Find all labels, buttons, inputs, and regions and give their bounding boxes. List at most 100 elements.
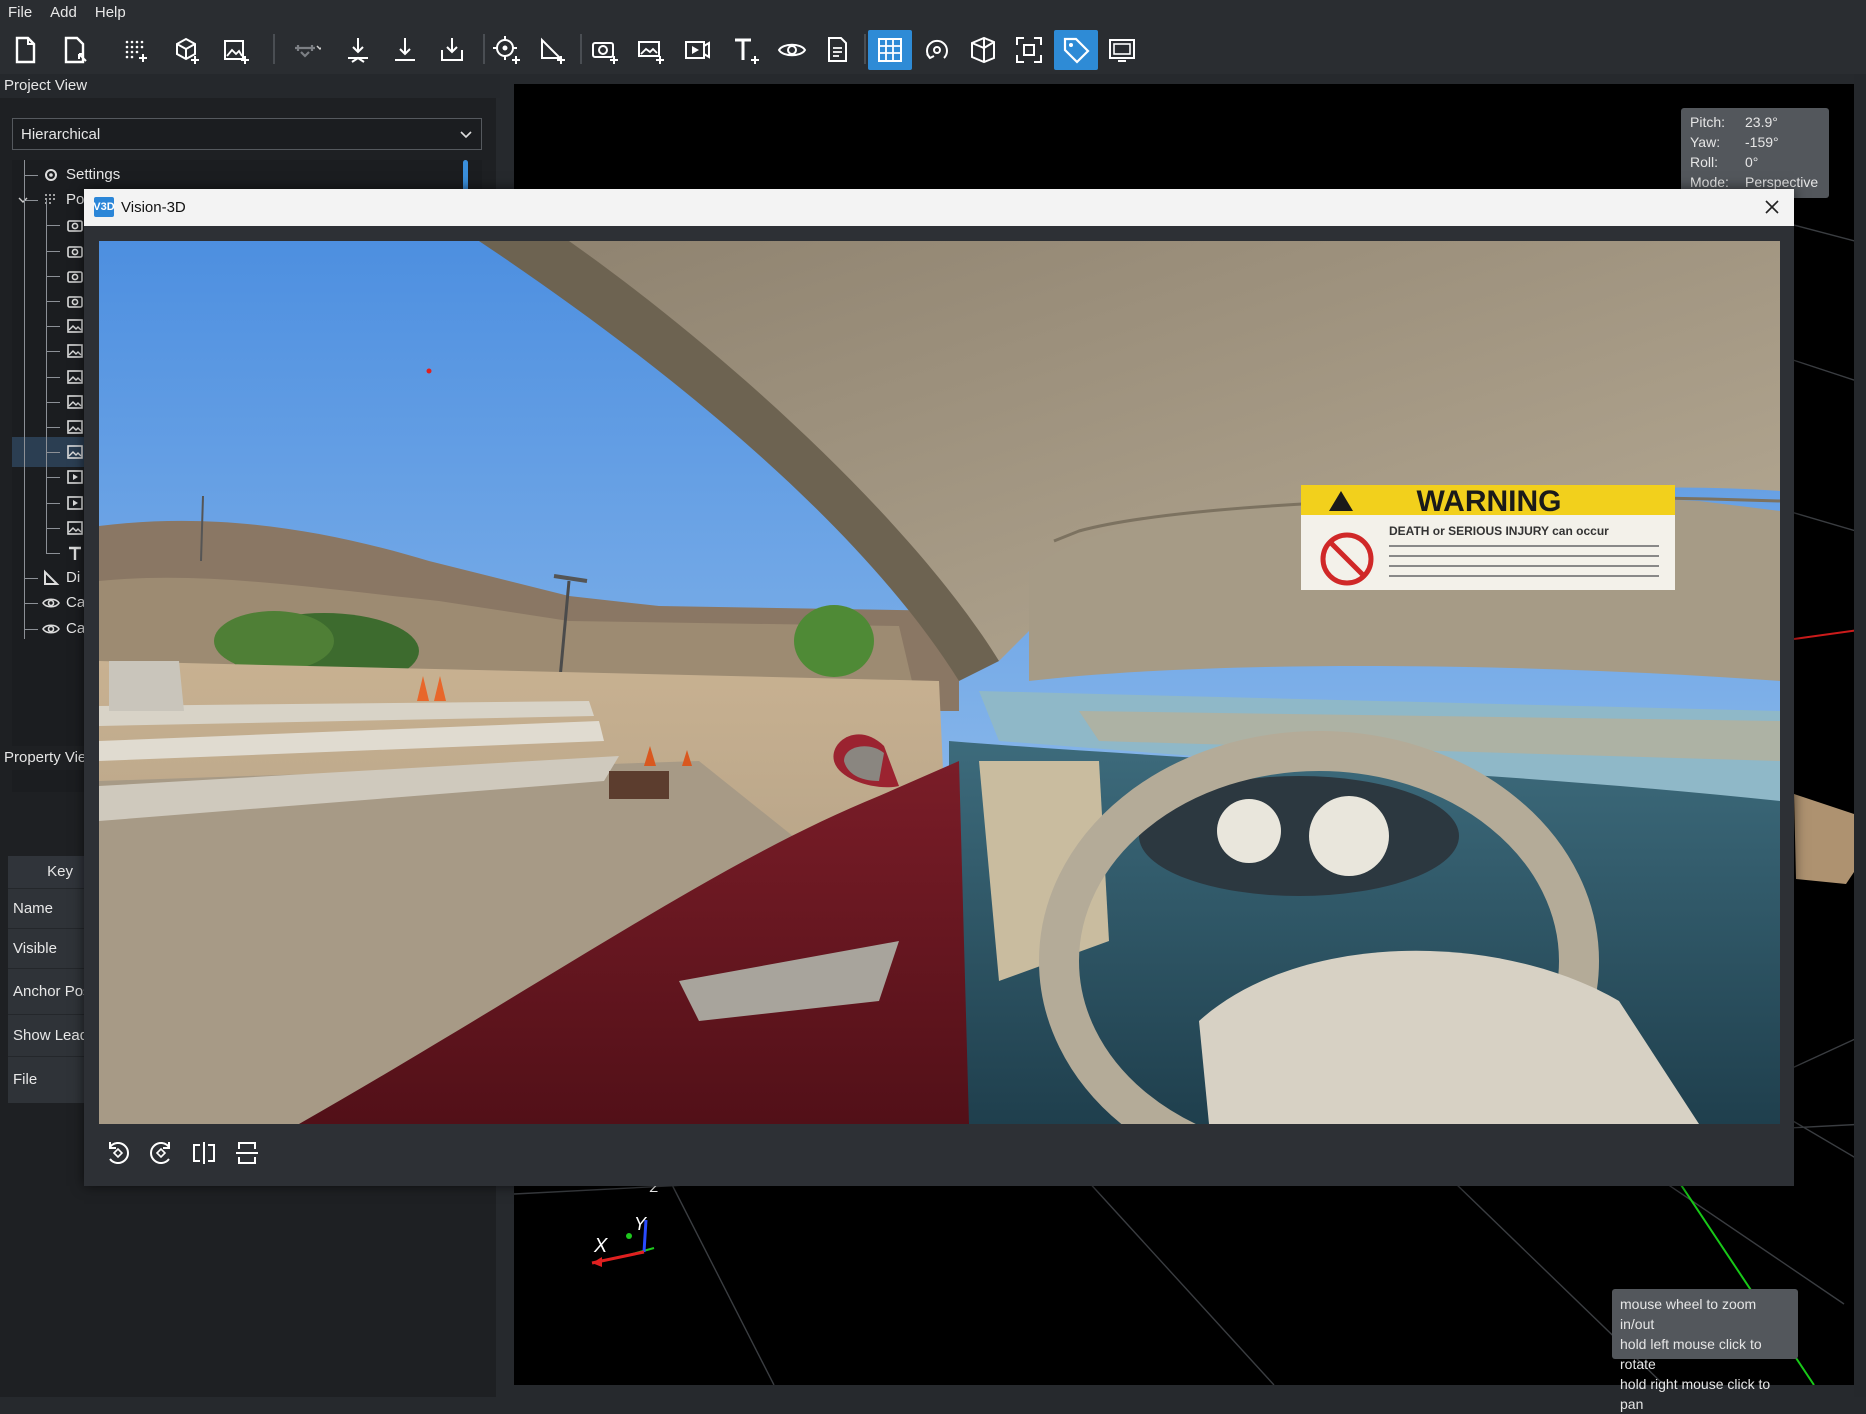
add-measure-icon [541, 37, 565, 64]
rotate-right-button[interactable] [145, 1137, 177, 1169]
orbit-button[interactable] [915, 30, 959, 70]
tree-connector [46, 376, 60, 378]
camera-icon [67, 270, 83, 283]
video-icon [67, 495, 83, 510]
point-cloud-icon [45, 194, 55, 205]
rotate-right-icon [150, 1142, 170, 1164]
download-point-button[interactable] [336, 30, 380, 70]
screen-icon [1109, 39, 1135, 62]
video-icon [67, 470, 83, 485]
add-image-icon [224, 40, 249, 64]
document-button[interactable] [816, 30, 860, 70]
open-project-button[interactable] [53, 30, 97, 70]
fit-view-button[interactable] [1007, 30, 1051, 70]
tree-item-label: Di [66, 569, 81, 587]
rotate-left-icon [109, 1142, 129, 1164]
mode-label: Mode: [1690, 174, 1729, 190]
gear-icon [45, 169, 57, 181]
yaw-value: -159° [1745, 134, 1779, 150]
camera-icon [67, 296, 83, 308]
image-icon [67, 394, 83, 409]
perspective-button[interactable] [961, 30, 1005, 70]
add-text-button[interactable] [724, 30, 768, 70]
tree-connector [46, 527, 60, 529]
warning-subtitle: DEATH or SERIOUS INJURY can occur [1389, 524, 1609, 538]
flip-horizontal-icon [193, 1142, 215, 1164]
warning-title: WARNING [1417, 485, 1562, 518]
grid-toggle-button[interactable] [868, 30, 912, 70]
drone-button[interactable] [283, 30, 327, 70]
menu-bar: File Add Help [0, 0, 1866, 24]
add-point-cloud-button[interactable] [113, 30, 157, 70]
tree-connector [46, 351, 60, 353]
tag-button[interactable] [1054, 30, 1098, 70]
new-project-icon [15, 36, 36, 64]
navigation-hints: mouse wheel to zoom in/out hold left mou… [1612, 1289, 1798, 1412]
eye-icon [42, 624, 60, 634]
property-key: Name [13, 900, 54, 917]
tree-connector [46, 502, 60, 504]
yaw-label: Yaw: [1690, 134, 1721, 150]
camera-icon [67, 220, 83, 233]
open-project-icon [64, 36, 87, 64]
dialog-titlebar[interactable]: V3D Vision-3D [84, 189, 1794, 226]
add-camera-icon [592, 42, 618, 64]
flip-horizontal-button[interactable] [188, 1137, 220, 1169]
property-key: Show Lead [13, 1027, 89, 1044]
tree-connector [24, 578, 38, 580]
view-mode-value: Hierarchical [21, 125, 101, 143]
grid-toggle-icon [878, 38, 902, 62]
tree-connector [46, 427, 60, 428]
eye-icon [42, 598, 60, 608]
warning-label-sticker: WARNING DEATH or SERIOUS INJURY can occu… [1301, 485, 1675, 590]
rotate-left-button[interactable] [102, 1137, 134, 1169]
tree-connector [46, 301, 60, 302]
flip-vertical-button[interactable] [231, 1137, 263, 1169]
download-line-button[interactable] [383, 30, 427, 70]
add-video-button[interactable] [676, 30, 720, 70]
expand-chevron-icon[interactable] [17, 194, 29, 206]
add-target-icon [493, 36, 520, 64]
image-icon [67, 369, 83, 384]
add-panorama-icon [638, 41, 664, 64]
tree-connector [46, 477, 60, 479]
tree-connector [46, 553, 60, 554]
panorama-image[interactable]: WARNING DEATH or SERIOUS INJURY can occu… [99, 241, 1780, 1124]
tree-item-label: Settings [66, 166, 121, 183]
add-panorama-button[interactable] [629, 30, 673, 70]
add-image-button[interactable] [214, 30, 258, 70]
hint-pan: hold right mouse click to pan [1620, 1376, 1771, 1412]
add-video-icon [685, 41, 710, 59]
image-tools [102, 1137, 263, 1173]
right-panel-scrollbar[interactable] [1854, 74, 1866, 1397]
download-tray-button[interactable] [430, 30, 474, 70]
add-measure-button[interactable] [530, 30, 574, 70]
vision3d-dialog: V3D Vision-3D WARNING DEATH or SERIOUS I… [84, 189, 1794, 1186]
hint-rotate: hold left mouse click to rotate [1620, 1336, 1762, 1372]
car-interior-scene: WARNING DEATH or SERIOUS INJURY can occu… [99, 241, 1780, 1124]
download-tray-icon [441, 38, 463, 61]
menu-file[interactable]: File [0, 4, 42, 21]
axis-x-label: X [593, 1235, 608, 1257]
visibility-button[interactable] [770, 30, 814, 70]
add-model-button[interactable] [164, 30, 208, 70]
text-icon [69, 546, 81, 560]
key-column-header[interactable]: Key [8, 856, 88, 888]
add-target-button[interactable] [485, 30, 529, 70]
roll-label: Roll: [1690, 154, 1719, 170]
menu-add[interactable]: Add [42, 4, 87, 21]
drone-icon [295, 45, 321, 58]
add-camera-button[interactable] [583, 30, 627, 70]
perspective-box-icon [971, 36, 995, 64]
view-mode-select[interactable]: Hierarchical [12, 118, 482, 150]
screen-button[interactable] [1100, 30, 1144, 70]
chevron-down-icon [460, 131, 472, 139]
roll-value: 0° [1745, 154, 1759, 170]
close-icon[interactable] [1764, 199, 1780, 215]
add-model-icon [176, 37, 199, 64]
tree-connector [46, 401, 60, 403]
tree-connector [46, 326, 60, 328]
dialog-title: Vision-3D [121, 199, 186, 216]
new-project-button[interactable] [3, 30, 47, 70]
menu-help[interactable]: Help [87, 4, 136, 21]
